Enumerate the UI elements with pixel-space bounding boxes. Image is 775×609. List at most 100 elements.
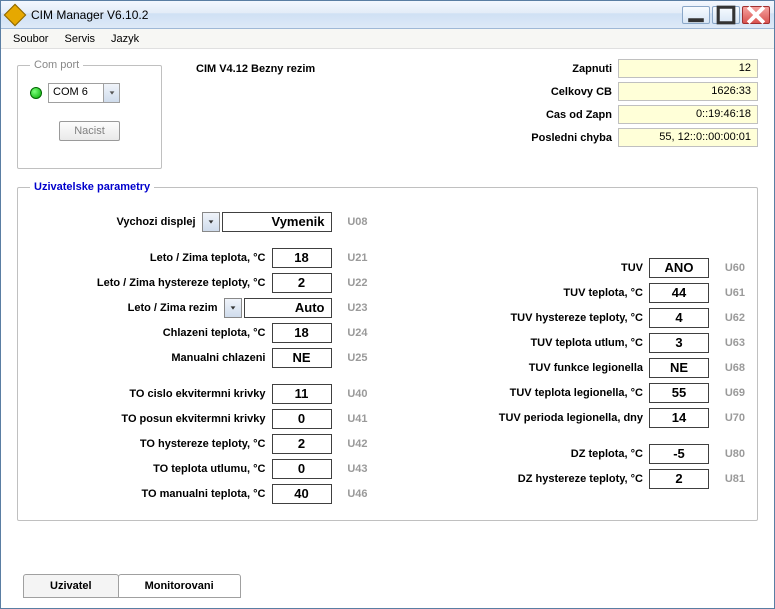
param-row: TO cislo ekvitermni krivky11U40 (30, 383, 368, 405)
param-code: U43 (332, 463, 368, 475)
chyba-label: Posledni chyba (531, 132, 612, 144)
param-input[interactable]: 4 (649, 308, 709, 328)
close-button[interactable] (742, 6, 770, 24)
param-code: U21 (332, 252, 368, 264)
menu-jazyk[interactable]: Jazyk (103, 31, 147, 47)
params-fieldset: Uzivatelske parametry Vychozi displejVym… (17, 181, 758, 521)
param-row: TUV perioda legionella, dny14U70 (408, 407, 746, 429)
param-code: U62 (709, 312, 745, 324)
chevron-down-icon (229, 304, 237, 312)
param-label: DZ teplota, °C (408, 448, 650, 460)
param-row: Leto / Zima rezimAutoU23 (30, 297, 368, 319)
window-buttons (682, 6, 770, 24)
param-code: U40 (332, 388, 368, 400)
app-icon (4, 3, 27, 26)
chyba-value: 55, 12::0::00:00:01 (618, 128, 758, 147)
menubar: Soubor Servis Jazyk (1, 29, 774, 49)
param-input[interactable]: 2 (272, 273, 332, 293)
cas-label: Cas od Zapn (546, 109, 612, 121)
param-input[interactable]: 0 (272, 409, 332, 429)
celkovy-label: Celkovy CB (551, 86, 612, 98)
param-input[interactable]: -5 (649, 444, 709, 464)
params-legend: Uzivatelske parametry (30, 181, 154, 193)
params-col-right: TUVANOU60 TUV teplota, °C44U61 TUV hystere… (408, 211, 746, 508)
param-row: TUV hystereze teploty, °C4U62 (408, 307, 746, 329)
param-input[interactable]: 2 (649, 469, 709, 489)
param-label: TO cislo ekvitermni krivky (30, 388, 272, 400)
top-right-panel: CIM V4.12 Bezny rezim Zapnuti 12 Celkovy… (174, 59, 758, 169)
param-input[interactable]: NE (272, 348, 332, 368)
app-window: CIM Manager V6.10.2 Soubor Servis Jazyk … (0, 0, 775, 609)
params-columns: Vychozi displejVymenikU08Leto / Zima tep… (30, 211, 745, 508)
param-input[interactable]: Auto (244, 298, 332, 318)
param-code: U70 (709, 412, 745, 424)
param-code: U80 (709, 448, 745, 460)
param-label: TO teplota utlumu, °C (30, 463, 272, 475)
chevron-down-icon (207, 218, 215, 226)
param-label: TO manualni teplota, °C (30, 488, 272, 500)
minimize-button[interactable] (682, 6, 710, 24)
param-row: TUVANOU60 (408, 257, 746, 279)
param-input[interactable]: Vymenik (222, 212, 332, 232)
param-code: U63 (709, 337, 745, 349)
param-row: TUV funkce legionellaNEU68 (408, 357, 746, 379)
menu-servis[interactable]: Servis (56, 31, 103, 47)
param-input[interactable]: 11 (272, 384, 332, 404)
param-input[interactable]: 18 (272, 323, 332, 343)
param-code: U41 (332, 413, 368, 425)
param-input[interactable]: 44 (649, 283, 709, 303)
param-label: TUV teplota, °C (408, 287, 650, 299)
param-input[interactable]: NE (649, 358, 709, 378)
param-label: TO hystereze teploty, °C (30, 438, 272, 450)
param-row: TUV teplota utlum, °C3U63 (408, 332, 746, 354)
param-code: U46 (332, 488, 368, 500)
celkovy-value: 1626:33 (618, 82, 758, 101)
zapnuti-label: Zapnuti (572, 63, 612, 75)
param-code: U61 (709, 287, 745, 299)
cas-value: 0::19:46:18 (618, 105, 758, 124)
connection-led-icon (30, 87, 42, 99)
dropdown-button[interactable] (202, 212, 220, 232)
param-input[interactable]: 2 (272, 434, 332, 454)
bottom-tabs: Uzivatel Monitorovani (23, 574, 240, 598)
param-input[interactable]: 14 (649, 408, 709, 428)
param-input[interactable]: ANO (649, 258, 709, 278)
param-row: TO manualni teplota, °C40U46 (30, 483, 368, 505)
comport-fieldset: Com port COM 6 Nacist (17, 59, 162, 169)
param-input[interactable]: 55 (649, 383, 709, 403)
param-row: TUV teplota legionella, °C55U69 (408, 382, 746, 404)
tab-monitorovani[interactable]: Monitorovani (118, 574, 241, 598)
param-row: Leto / Zima teplota, °C18U21 (30, 247, 368, 269)
param-row: TO teplota utlumu, °C0U43 (30, 458, 368, 480)
close-icon (743, 2, 769, 28)
param-input[interactable]: 3 (649, 333, 709, 353)
dropdown-button[interactable] (224, 298, 242, 318)
comport-legend: Com port (30, 59, 83, 71)
param-label: TO posun ekvitermni krivky (30, 413, 272, 425)
param-code: U25 (332, 352, 368, 364)
param-input[interactable]: 40 (272, 484, 332, 504)
menu-soubor[interactable]: Soubor (5, 31, 56, 47)
comport-value: COM 6 (49, 84, 103, 102)
param-label: TUV hystereze teploty, °C (408, 312, 650, 324)
param-label: TUV perioda legionella, dny (408, 412, 650, 424)
param-row: Leto / Zima hystereze teploty, °C2U22 (30, 272, 368, 294)
param-input[interactable]: 0 (272, 459, 332, 479)
comport-select[interactable]: COM 6 (48, 83, 120, 103)
param-input[interactable]: 18 (272, 248, 332, 268)
tab-uzivatel[interactable]: Uzivatel (23, 574, 119, 598)
param-row: TO hystereze teploty, °C2U42 (30, 433, 368, 455)
content-area: Com port COM 6 Nacist CIM V4.12 Bezny re… (1, 49, 774, 608)
minimize-icon (683, 2, 709, 28)
load-button[interactable]: Nacist (59, 121, 120, 141)
param-row: TUV teplota, °C44U61 (408, 282, 746, 304)
stats-block: Zapnuti 12 Celkovy CB 1626:33 Cas od Zap… (498, 59, 758, 151)
param-code: U60 (709, 262, 745, 274)
param-label: DZ hystereze teploty, °C (408, 473, 650, 485)
zapnuti-value: 12 (618, 59, 758, 78)
param-code: U23 (332, 302, 368, 314)
param-row: Chlazeni teplota, °C18U24 (30, 322, 368, 344)
maximize-button[interactable] (712, 6, 740, 24)
param-code: U08 (332, 216, 368, 228)
window-title: CIM Manager V6.10.2 (29, 8, 682, 22)
